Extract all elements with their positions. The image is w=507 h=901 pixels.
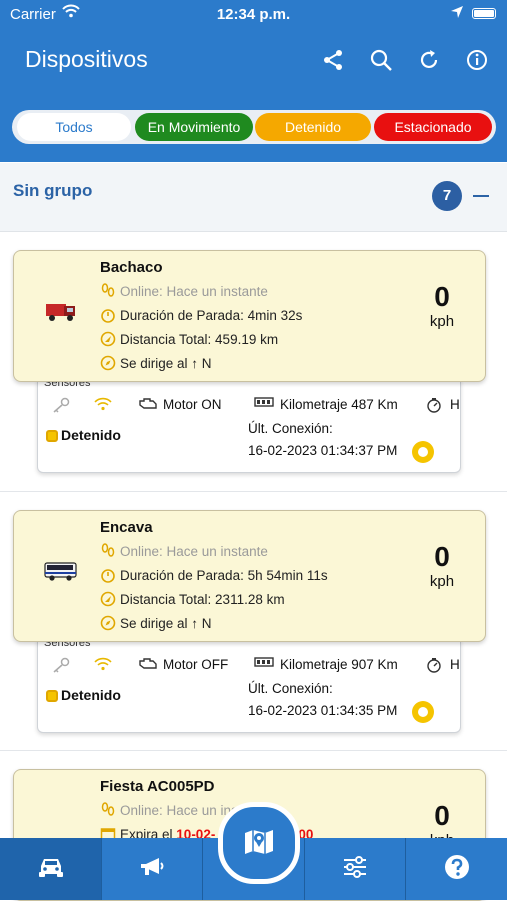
total-distance: Distancia Total: 2311.28 km [120, 592, 285, 608]
megaphone-icon [139, 856, 165, 883]
footprint-icon [100, 283, 116, 302]
odometer-icon [254, 657, 274, 672]
motor-status: Motor ON [163, 397, 222, 412]
group-title: Sin grupo [13, 181, 93, 200]
key-icon [52, 397, 70, 416]
device-state-label: Detenido [61, 427, 121, 443]
speed-value: 0 [434, 541, 450, 572]
battery-icon [472, 8, 496, 19]
last-connection-date: 16-02-2023 01:34:37 PM [248, 443, 398, 458]
status-filter-bar: Todos En Movimiento Detenido Estacionado [12, 110, 496, 144]
last-connection-label: Últ. Conexión: [248, 421, 333, 436]
hour-meter-label: H [450, 397, 460, 412]
device-card[interactable]: Encava Online: Hace un instante Duración… [13, 510, 486, 642]
footprint-icon [100, 543, 116, 562]
eye-icon[interactable] [412, 441, 434, 463]
device-card[interactable]: Bachaco Online: Hace un instante Duració… [13, 250, 486, 382]
hour-meter-icon [424, 657, 444, 676]
device-name: Fiesta AC005PD [100, 778, 215, 795]
last-connection-date: 16-02-2023 01:34:35 PM [248, 703, 398, 718]
share-icon[interactable] [321, 48, 345, 72]
divider [0, 750, 507, 751]
filter-en-movimiento[interactable]: En Movimiento [135, 113, 253, 141]
signal-icon [94, 657, 112, 674]
page-title: Dispositivos [25, 46, 148, 72]
device-name: Bachaco [100, 259, 163, 276]
filter-todos[interactable]: Todos [17, 113, 131, 141]
sensors-card: Sensores Motor ON Kilometraje 487 Km H D… [37, 376, 461, 473]
odometer-icon [254, 397, 274, 412]
divider [0, 491, 507, 492]
engine-icon [138, 657, 158, 674]
stopped-icon [46, 690, 58, 702]
nav-help[interactable] [406, 838, 507, 900]
compass-icon [100, 615, 116, 634]
status-time: 12:34 p.m. [216, 6, 291, 23]
speed-value: 0 [434, 800, 450, 831]
refresh-icon[interactable] [417, 48, 441, 72]
footprint-icon [100, 802, 116, 821]
device-state-label: Detenido [61, 687, 121, 703]
speed-display: 0 kph [417, 281, 467, 330]
filter-estacionado[interactable]: Estacionado [374, 113, 492, 141]
collapse-icon[interactable] [473, 195, 489, 197]
nav-devices[interactable] [0, 838, 101, 900]
online-status: Online: Hace un instante [120, 284, 268, 300]
stop-duration: Duración de Parada: 5h 54min 11s [120, 568, 328, 584]
speed-unit: kph [429, 573, 455, 590]
status-bar: Carrier 12:34 p.m. [0, 0, 507, 28]
info-icon[interactable] [465, 48, 489, 72]
online-status: Online: Hace un instante [120, 544, 268, 560]
odometer-value: Kilometraje 487 Km [280, 397, 398, 412]
stopwatch-icon [100, 567, 116, 586]
heading: Se dirige al ↑ N [120, 356, 212, 372]
device-name: Encava [100, 519, 153, 536]
compass-icon [100, 355, 116, 374]
truck-icon [44, 299, 78, 328]
app-header: Carrier 12:34 p.m. Dispositivos Todos En… [0, 0, 507, 162]
bus-icon [44, 559, 78, 588]
key-icon [52, 657, 70, 676]
stopwatch-icon [100, 307, 116, 326]
engine-icon [138, 397, 158, 414]
sliders-icon [342, 855, 368, 883]
distance-icon [100, 331, 116, 350]
location-arrow-icon [450, 5, 464, 23]
nav-settings[interactable] [305, 838, 405, 900]
sensors-card: Sensores Motor OFF Kilometraje 907 Km H … [37, 636, 461, 733]
device-state: Detenido [46, 687, 121, 703]
stop-duration: Duración de Parada: 4min 32s [120, 308, 303, 324]
help-icon [444, 854, 470, 885]
stopped-icon [46, 430, 58, 442]
hour-meter-label: H [450, 657, 460, 672]
car-icon [37, 856, 65, 883]
group-header[interactable]: Sin grupo 7 [0, 163, 507, 232]
speed-display: 0 kph [417, 541, 467, 590]
filter-detenido[interactable]: Detenido [255, 113, 371, 141]
map-button[interactable] [218, 802, 300, 884]
total-distance: Distancia Total: 459.19 km [120, 332, 279, 348]
map-icon [242, 824, 276, 863]
device-state: Detenido [46, 427, 121, 443]
speed-unit: kph [429, 313, 455, 330]
speed-value: 0 [434, 281, 450, 312]
nav-alerts[interactable] [102, 838, 202, 900]
signal-icon [94, 397, 112, 414]
last-connection-label: Últ. Conexión: [248, 681, 333, 696]
heading: Se dirige al ↑ N [120, 616, 212, 632]
odometer-value: Kilometraje 907 Km [280, 657, 398, 672]
hour-meter-icon [424, 397, 444, 416]
motor-status: Motor OFF [163, 657, 229, 672]
group-count-badge: 7 [432, 181, 462, 211]
distance-icon [100, 591, 116, 610]
eye-icon[interactable] [412, 701, 434, 723]
search-icon[interactable] [369, 48, 393, 72]
